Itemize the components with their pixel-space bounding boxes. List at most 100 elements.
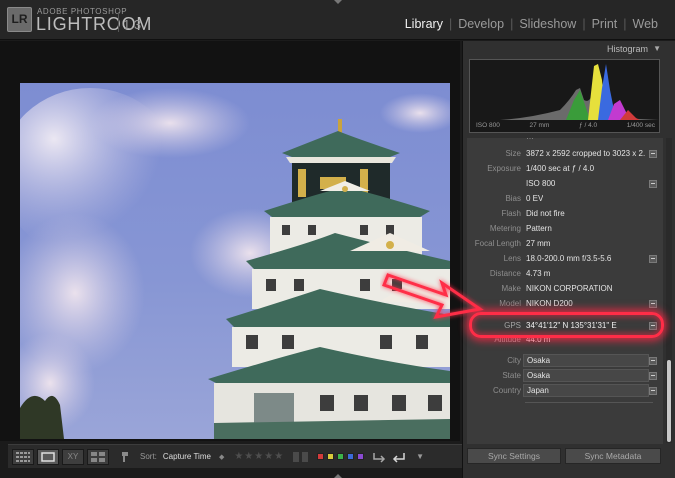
color-label-3[interactable] <box>337 453 345 460</box>
toolbar-menu-icon[interactable]: ▼ <box>416 452 424 461</box>
rating-stars[interactable]: ★★★★★ <box>234 451 284 462</box>
sort-direction-icon[interactable]: ◆ <box>219 453 224 461</box>
meta-row-city: City Osaka <box>467 353 663 368</box>
meta-label: Exposure <box>487 164 521 173</box>
module-separator: | <box>448 17 453 31</box>
meta-value: NIKON D200 <box>526 299 573 308</box>
go-to-button[interactable] <box>649 387 657 395</box>
module-develop[interactable]: Develop <box>458 17 504 31</box>
city-field[interactable]: Osaka <box>523 354 649 367</box>
module-web[interactable]: Web <box>633 17 658 31</box>
meta-value: Pattern <box>526 224 552 233</box>
row-divider <box>525 402 653 403</box>
scrolled-row-fragment: … <box>526 138 534 141</box>
top-bar: LR ADOBE PHOTOSHOP LIGHTROOM 1.3 Library… <box>0 0 675 40</box>
meta-row-exposure: Exposure 1/400 sec at ƒ / 4.0 <box>467 161 663 176</box>
meta-label: Bias <box>505 194 521 203</box>
meta-row-metering: Metering Pattern <box>467 221 663 236</box>
painter-icon[interactable] <box>118 450 132 464</box>
grid-icon <box>16 451 30 462</box>
meta-label: Country <box>492 386 521 395</box>
go-to-button[interactable] <box>649 150 657 158</box>
loupe-icon <box>41 451 55 462</box>
grid-view-button[interactable] <box>12 448 34 465</box>
meta-value: 0 EV <box>526 194 544 203</box>
meta-row-distance: Distance 4.73 m <box>467 266 663 281</box>
meta-label: Focal Length <box>474 239 521 248</box>
module-print[interactable]: Print <box>592 17 618 31</box>
histogram-shutter: 1/400 sec <box>626 122 655 129</box>
color-label-5[interactable] <box>357 453 365 460</box>
go-to-button[interactable] <box>649 357 657 365</box>
metadata-panel: … Size 3872 x 2592 cropped to 3023 x 2..… <box>467 138 663 444</box>
go-to-button[interactable] <box>649 300 657 308</box>
meta-label: Model <box>499 299 521 308</box>
meta-label: State <box>502 371 521 380</box>
meta-row-bias: Bias 0 EV <box>467 191 663 206</box>
library-toolbar: XY Sort: Capture Time ◆ ★★★★★ ▼ <box>8 444 462 468</box>
photo-image <box>20 83 450 439</box>
meta-row-country: Country Japan <box>467 383 663 398</box>
module-slideshow[interactable]: Slideshow <box>519 17 576 31</box>
histogram-focal-length: 27 mm <box>529 122 550 129</box>
rotate-right-icon[interactable] <box>392 451 406 463</box>
color-label-1[interactable] <box>317 453 325 460</box>
top-panel-toggle-icon[interactable] <box>334 0 342 4</box>
go-to-button[interactable] <box>649 180 657 188</box>
meta-label: Flash <box>501 209 521 218</box>
sync-bar: Sync Settings Sync Metadata <box>463 445 675 469</box>
meta-value: Did not fire <box>526 209 565 218</box>
meta-value: NIKON CORPORATION <box>526 284 613 293</box>
photo-osaka-castle[interactable] <box>20 83 450 439</box>
sort-dropdown[interactable]: Capture Time <box>163 452 211 461</box>
meta-label: Distance <box>489 269 521 278</box>
meta-label: Lens <box>503 254 521 263</box>
meta-value: 27 mm <box>526 239 551 248</box>
meta-label: Altitude <box>494 335 521 344</box>
flag-icons[interactable] <box>292 451 310 463</box>
meta-row-flash: Flash Did not fire <box>467 206 663 221</box>
state-field[interactable]: Osaka <box>523 369 649 382</box>
color-label-set <box>314 453 365 460</box>
meta-value: ISO 800 <box>526 179 556 188</box>
compare-view-button[interactable]: XY <box>62 448 84 465</box>
lightroom-logo: LR <box>7 7 32 32</box>
color-label-2[interactable] <box>327 453 335 460</box>
meta-row-state: State Osaka <box>467 368 663 383</box>
sort-label: Sort: <box>140 452 157 461</box>
collapse-triangle-icon[interactable]: ▼ <box>653 44 661 53</box>
rotate-left-icon[interactable] <box>372 451 386 463</box>
app-version: 1.3 <box>123 17 142 32</box>
meta-value: 1/400 sec at ƒ / 4.0 <box>526 164 595 173</box>
meta-row-size: Size 3872 x 2592 cropped to 3023 x 2... <box>467 146 663 161</box>
meta-row-make: Make NIKON CORPORATION <box>467 281 663 296</box>
go-to-button[interactable] <box>649 372 657 380</box>
histogram: ISO 800 27 mm ƒ / 4.0 1/400 sec <box>469 59 660 133</box>
meta-label: City <box>507 356 521 365</box>
sync-settings-button[interactable]: Sync Settings <box>467 448 561 464</box>
brand-divider <box>118 12 119 32</box>
color-label-4[interactable] <box>347 453 355 460</box>
metadata-scrollbar[interactable] <box>666 138 672 443</box>
histogram-aperture: ƒ / 4.0 <box>579 122 598 129</box>
histogram-header[interactable]: Histogram ▼ <box>463 41 668 57</box>
histogram-info: ISO 800 27 mm ƒ / 4.0 1/400 sec <box>476 122 655 129</box>
module-library[interactable]: Library <box>405 17 443 31</box>
meta-row-focal-length: Focal Length 27 mm <box>467 236 663 251</box>
module-picker: Library | Develop | Slideshow | Print | … <box>405 17 658 31</box>
city-value: Osaka <box>527 356 551 365</box>
bottom-panel-toggle-icon[interactable] <box>334 474 342 478</box>
meta-row-model: Model NIKON D200 <box>467 296 663 311</box>
state-value: Osaka <box>527 371 551 380</box>
meta-value: 18.0-200.0 mm f/3.5-5.6 <box>526 254 612 263</box>
meta-row-iso: ISO 800 <box>467 176 663 191</box>
go-to-map-button[interactable] <box>649 322 657 330</box>
country-field[interactable]: Japan <box>523 384 649 397</box>
histogram-graph <box>470 64 659 120</box>
meta-label: Metering <box>489 224 521 233</box>
scrollbar-thumb[interactable] <box>667 360 671 442</box>
go-to-button[interactable] <box>649 255 657 263</box>
survey-view-button[interactable] <box>87 448 109 465</box>
loupe-view-button[interactable] <box>37 448 59 465</box>
sync-metadata-button[interactable]: Sync Metadata <box>565 448 661 464</box>
